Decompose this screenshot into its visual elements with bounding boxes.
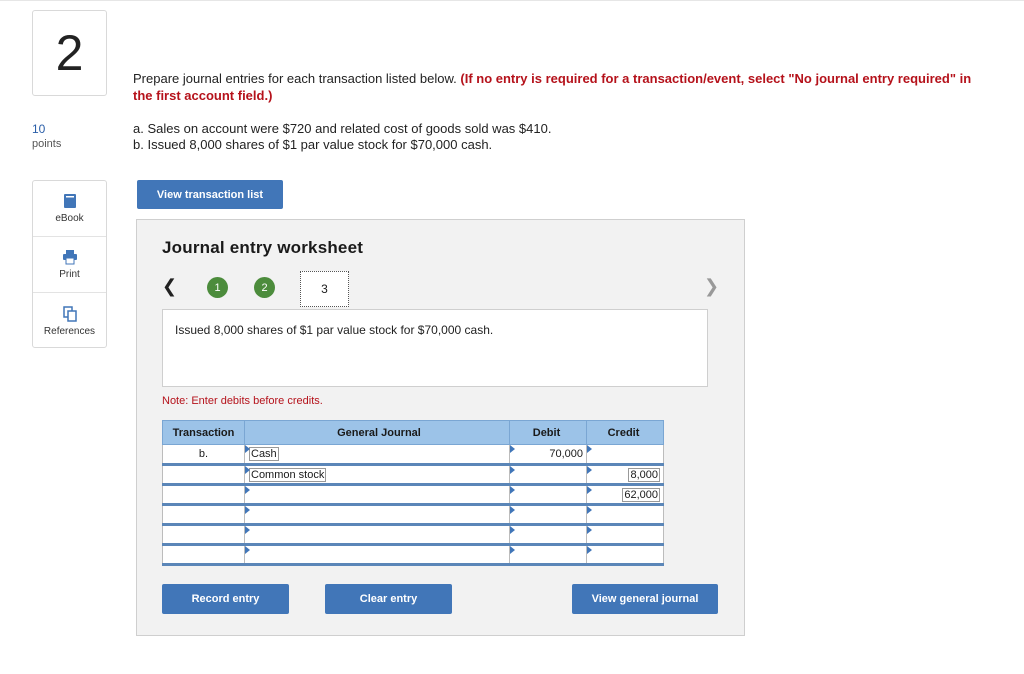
account-select[interactable] — [244, 484, 510, 506]
print-button[interactable]: Print — [33, 237, 106, 293]
ebook-label: eBook — [55, 213, 84, 224]
account-select[interactable] — [244, 544, 510, 566]
transaction-cell: b. — [162, 444, 245, 466]
book-icon — [63, 193, 77, 209]
table-row: b. Cash 70,000 — [162, 444, 664, 466]
account-select[interactable] — [244, 524, 510, 546]
top-divider — [0, 0, 1024, 1]
account-select[interactable] — [244, 504, 510, 526]
table-row — [162, 524, 664, 546]
table-row: Common stock 8,000 — [162, 464, 664, 486]
debit-input[interactable] — [509, 504, 587, 526]
clear-entry-button[interactable]: Clear entry — [325, 584, 452, 614]
printer-icon — [62, 249, 78, 265]
points-label: points — [32, 138, 62, 150]
col-general-journal: General Journal — [244, 420, 510, 445]
col-credit: Credit — [586, 420, 664, 445]
transaction-cell — [162, 464, 245, 486]
transaction-a: a. Sales on account were $720 and relate… — [133, 121, 552, 136]
record-entry-button[interactable]: Record entry — [162, 584, 289, 614]
tools-panel: eBook Print References — [32, 180, 107, 348]
credit-input[interactable]: 8,000 — [586, 464, 664, 486]
view-general-journal-button[interactable]: View general journal — [572, 584, 718, 614]
ebook-button[interactable]: eBook — [33, 181, 106, 237]
account-select[interactable]: Common stock — [244, 464, 510, 486]
step-2-button[interactable]: 2 — [254, 277, 275, 298]
account-name: Cash — [249, 447, 279, 461]
transaction-list: a. Sales on account were $720 and relate… — [133, 121, 551, 153]
debit-input[interactable] — [509, 464, 587, 486]
debit-input[interactable]: 70,000 — [509, 444, 587, 466]
credit-input[interactable] — [586, 524, 664, 546]
credit-value: 62,000 — [622, 487, 660, 502]
transaction-cell — [162, 504, 245, 526]
next-step-icon[interactable]: ❯ — [704, 276, 719, 297]
view-transaction-list-button[interactable]: View transaction list — [137, 180, 283, 209]
credit-input[interactable] — [586, 544, 664, 566]
account-select[interactable]: Cash — [244, 444, 510, 466]
col-debit: Debit — [509, 420, 587, 445]
table-row: 62,000 — [162, 484, 664, 506]
table-row — [162, 544, 664, 566]
credit-input[interactable]: 62,000 — [586, 484, 664, 506]
journal-table: Transaction General Journal Debit Credit… — [162, 420, 664, 566]
references-label: References — [43, 325, 96, 337]
step-3-current[interactable]: 3 — [300, 271, 349, 307]
previous-step-icon[interactable]: ❮ — [162, 276, 177, 297]
col-transaction: Transaction — [162, 420, 245, 445]
credit-input[interactable] — [586, 444, 664, 466]
transaction-cell — [162, 484, 245, 506]
debit-credit-note: Note: Enter debits before credits. — [162, 395, 323, 407]
debit-input[interactable] — [509, 524, 587, 546]
prompt-text: Prepare journal entries for each transac… — [133, 71, 457, 86]
step-1-button[interactable]: 1 — [207, 277, 228, 298]
question-prompt: Prepare journal entries for each transac… — [133, 70, 983, 104]
table-row — [162, 504, 664, 526]
credit-value: 8,000 — [628, 467, 660, 482]
worksheet-title: Journal entry worksheet — [162, 238, 364, 257]
debit-input[interactable] — [509, 544, 587, 566]
question-number: 2 — [32, 10, 107, 96]
transaction-b: b. Issued 8,000 shares of $1 par value s… — [133, 137, 493, 152]
transaction-cell — [162, 524, 245, 546]
transaction-cell — [162, 544, 245, 566]
copy-icon — [62, 305, 77, 322]
points-value: 10 — [32, 122, 46, 136]
account-name: Common stock — [249, 467, 327, 482]
debit-input[interactable] — [509, 484, 587, 506]
credit-input[interactable] — [586, 504, 664, 526]
transaction-description: Issued 8,000 shares of $1 par value stoc… — [162, 309, 708, 387]
journal-worksheet-panel: Journal entry worksheet ❮ 1 2 3 ❯ Issued… — [136, 219, 745, 636]
print-label: Print — [59, 269, 80, 280]
references-button[interactable]: References — [33, 293, 106, 349]
